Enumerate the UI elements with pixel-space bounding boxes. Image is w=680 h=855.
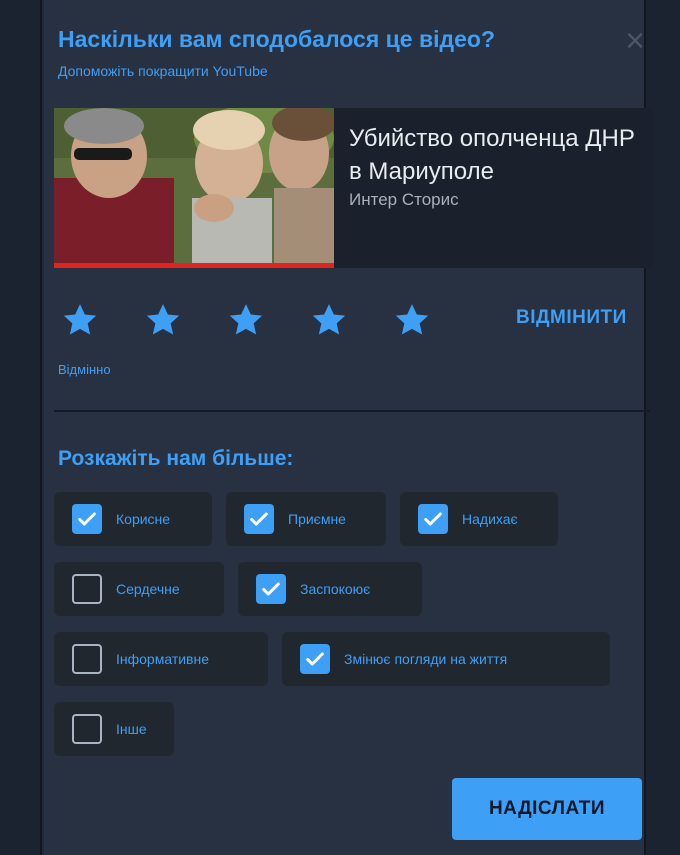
option-chip[interactable]: Заспокоює bbox=[238, 562, 422, 616]
option-label: Змінює погляди на життя bbox=[344, 651, 508, 667]
star-icon[interactable] bbox=[143, 300, 183, 340]
star-icon[interactable] bbox=[226, 300, 266, 340]
cancel-button[interactable]: ВІДМІНИТИ bbox=[516, 307, 627, 329]
survey-panel: Наскільки вам сподобалося це відео? Допо… bbox=[44, 0, 654, 855]
option-chip[interactable]: Приємне bbox=[226, 492, 386, 546]
video-thumbnail[interactable] bbox=[54, 108, 334, 268]
option-label: Заспокоює bbox=[300, 581, 371, 597]
checkmark-icon bbox=[250, 512, 268, 526]
checkbox[interactable] bbox=[418, 504, 448, 534]
option-chip[interactable]: Надихає bbox=[400, 492, 558, 546]
left-edge bbox=[0, 0, 42, 855]
option-label: Приємне bbox=[288, 511, 346, 527]
app-screen: Наскільки вам сподобалося це відео? Допо… bbox=[0, 0, 680, 855]
option-label: Інше bbox=[116, 721, 147, 737]
star-icon[interactable] bbox=[392, 300, 432, 340]
checkmark-icon bbox=[306, 652, 324, 666]
survey-subtitle: Допоможіть покращити YouTube bbox=[58, 63, 268, 79]
option-chip[interactable]: Змінює погляди на життя bbox=[282, 632, 610, 686]
checkbox[interactable] bbox=[72, 644, 102, 674]
divider bbox=[54, 410, 650, 412]
option-chip[interactable]: Інформативне bbox=[54, 632, 268, 686]
checkbox[interactable] bbox=[300, 644, 330, 674]
option-chip[interactable]: Інше bbox=[54, 702, 174, 756]
checkbox[interactable] bbox=[72, 714, 102, 744]
feedback-heading: Розкажіть нам більше: bbox=[58, 447, 294, 470]
star-icon[interactable] bbox=[309, 300, 349, 340]
option-label: Надихає bbox=[462, 511, 518, 527]
checkbox[interactable] bbox=[72, 574, 102, 604]
checkbox[interactable] bbox=[244, 504, 274, 534]
rating-label: Відмінно bbox=[58, 362, 111, 377]
option-label: Сердечне bbox=[116, 581, 180, 597]
checkmark-icon bbox=[424, 512, 442, 526]
close-icon[interactable]: × bbox=[620, 24, 650, 58]
checkmark-icon bbox=[78, 512, 96, 526]
checkbox[interactable] bbox=[72, 504, 102, 534]
video-title[interactable]: Убийство ополченца ДНР в Мариуполе bbox=[349, 122, 639, 188]
option-chip[interactable]: Корисне bbox=[54, 492, 212, 546]
survey-title: Наскільки вам сподобалося це відео? bbox=[58, 26, 495, 52]
watch-progress-bar bbox=[54, 263, 334, 268]
option-label: Корисне bbox=[116, 511, 171, 527]
star-icon[interactable] bbox=[60, 300, 100, 340]
submit-button[interactable]: НАДІСЛАТИ bbox=[452, 778, 642, 840]
video-card[interactable]: Убийство ополченца ДНР в Мариуполе Интер… bbox=[54, 108, 654, 268]
thumbnail-image bbox=[54, 108, 334, 268]
video-channel[interactable]: Интер Сторис bbox=[349, 190, 459, 210]
option-label: Інформативне bbox=[116, 651, 210, 667]
checkmark-icon bbox=[262, 582, 280, 596]
option-chip[interactable]: Сердечне bbox=[54, 562, 224, 616]
checkbox[interactable] bbox=[256, 574, 286, 604]
